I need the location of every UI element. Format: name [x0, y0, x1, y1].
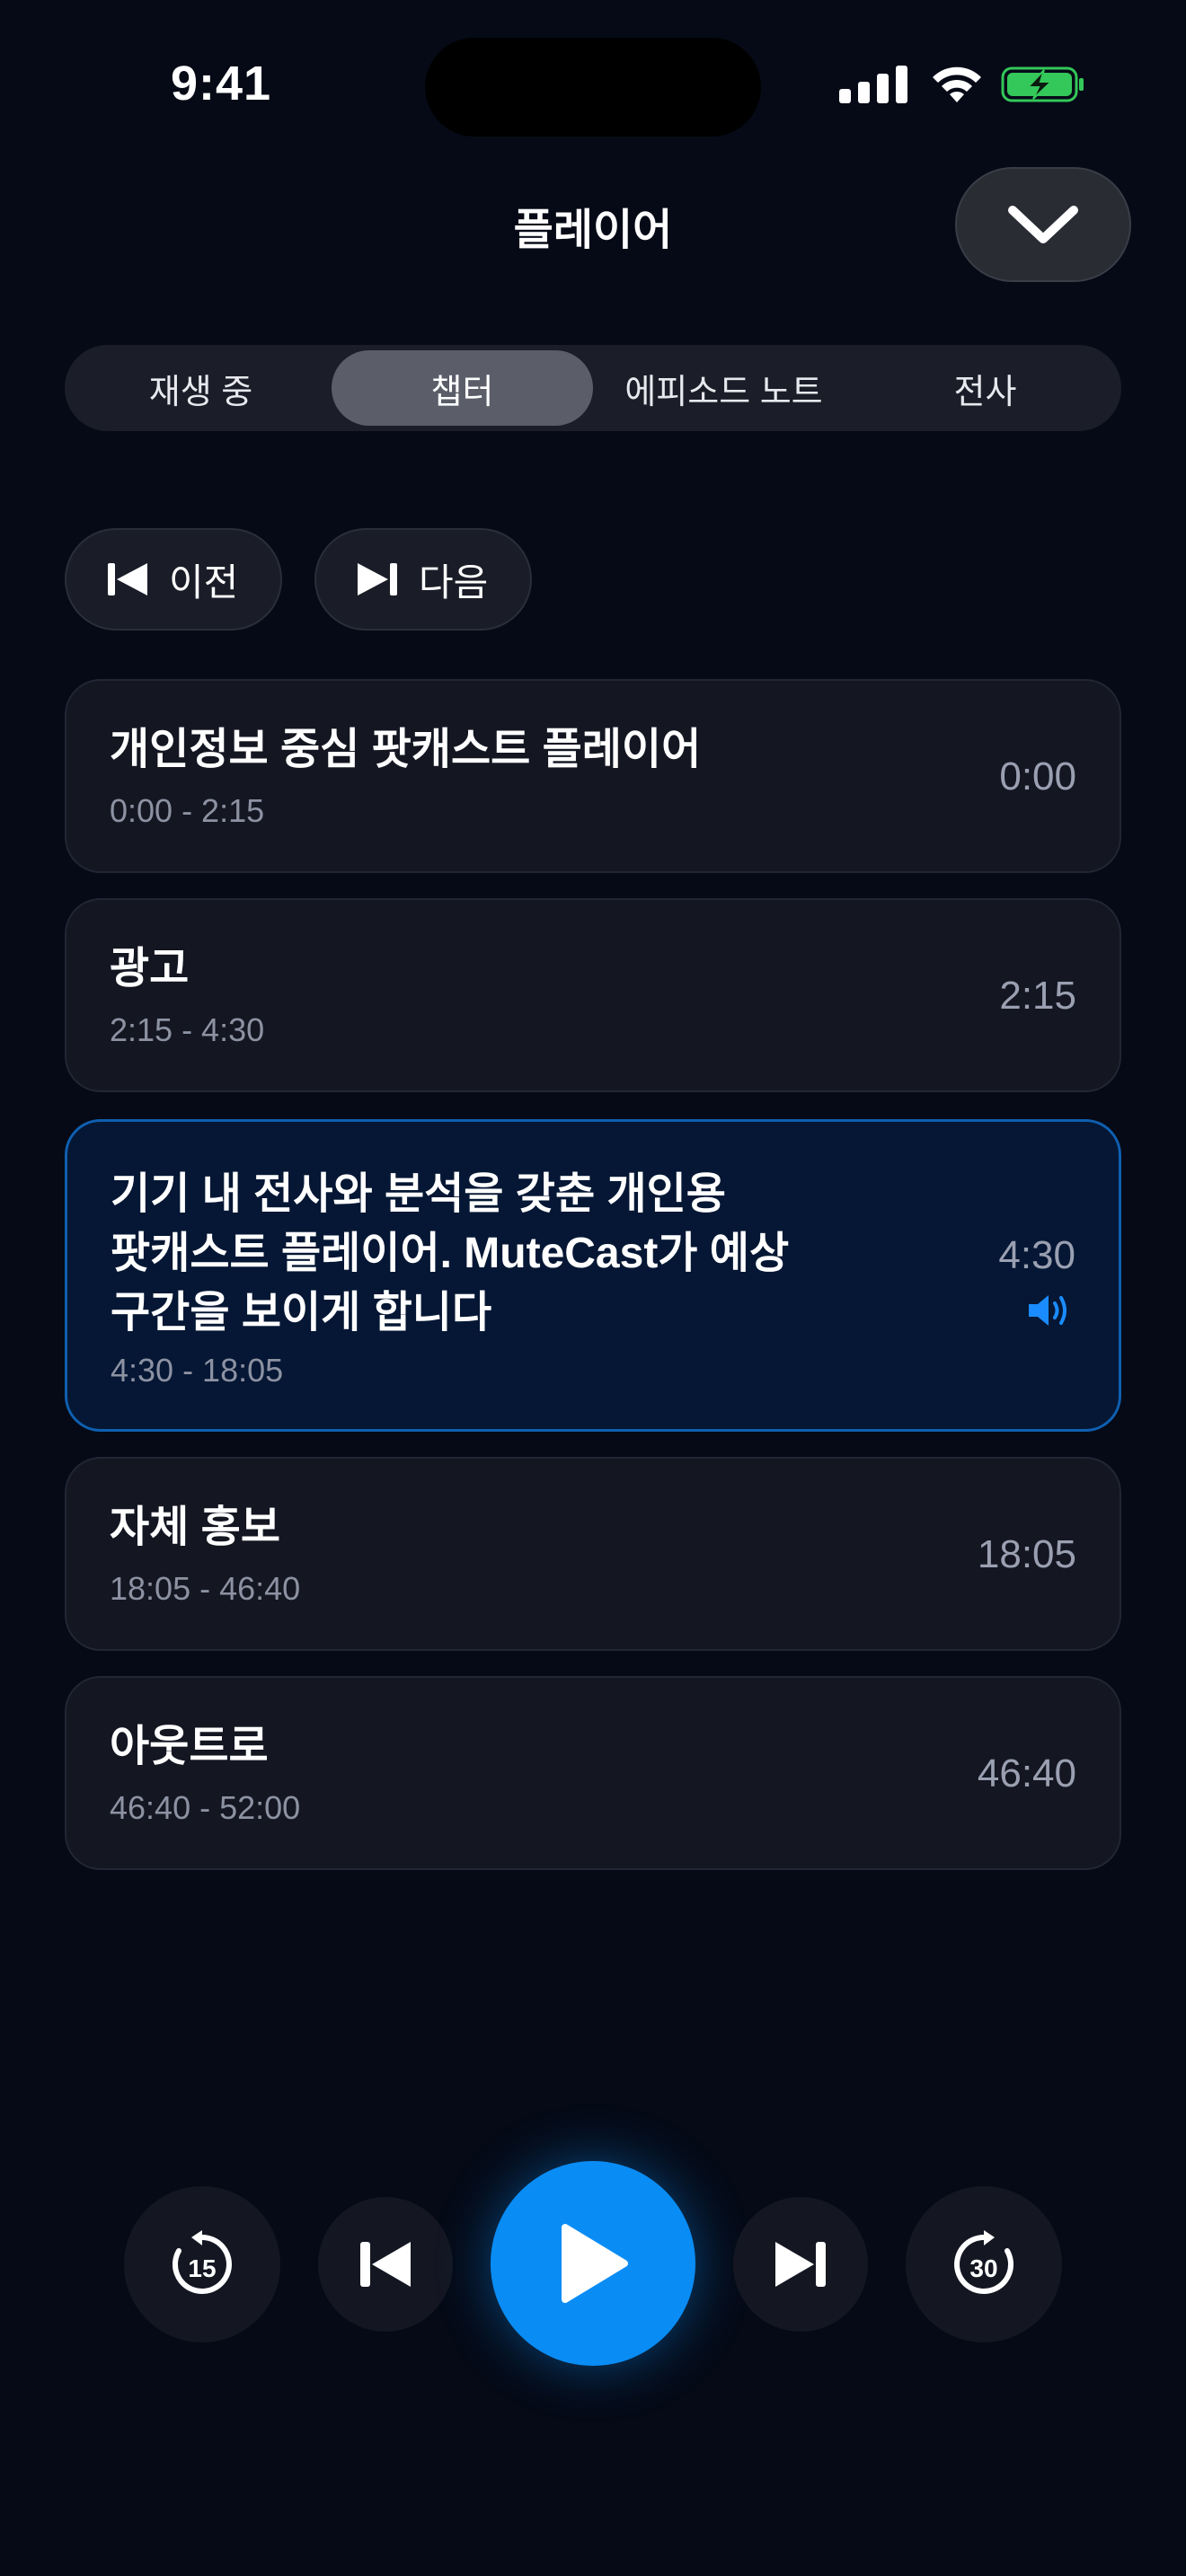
- chapter-title-line: 팟캐스트 플레이어. MuteCast가 예상: [111, 1230, 790, 1277]
- chapter-title-line: 구간을 보이게 합니다: [111, 1289, 492, 1337]
- player-screen: 9:41 플레이어 재생 중 챕터 에피소드 노트 전사 이전 다음 개인정보 …: [0, 0, 1186, 2576]
- chapter-start-time: 0:00: [999, 754, 1076, 798]
- chapter-title: 광고: [110, 945, 190, 992]
- next-chapter-label: 다음: [419, 560, 489, 604]
- skip-back-seconds: 15: [188, 2254, 216, 2282]
- tab-chapters[interactable]: 챕터: [332, 350, 593, 426]
- next-track-button[interactable]: [733, 2197, 868, 2332]
- status-time: 9:41: [171, 57, 272, 110]
- previous-track-button[interactable]: [318, 2197, 453, 2332]
- now-playing-speaker-icon: [1029, 1295, 1067, 1326]
- play-button[interactable]: [491, 2161, 695, 2366]
- chapter-start-time: 2:15: [999, 974, 1076, 1018]
- chapter-range: 0:00 - 2:15: [110, 792, 265, 829]
- chapter-item[interactable]: 아웃트로 46:40 - 52:00 46:40: [65, 1676, 1121, 1870]
- play-icon: [562, 2224, 628, 2303]
- collapse-player-button[interactable]: [955, 167, 1131, 282]
- chapter-item[interactable]: 광고 2:15 - 4:30 2:15: [65, 898, 1121, 1092]
- skip-forward-seconds: 30: [969, 2254, 997, 2282]
- chapter-title: 개인정보 중심 팟캐스트 플레이어: [110, 726, 702, 773]
- chevron-down-icon: [1008, 206, 1078, 243]
- chapter-item[interactable]: 개인정보 중심 팟캐스트 플레이어 0:00 - 2:15 0:00: [65, 679, 1121, 873]
- segmented-tabs: 재생 중 챕터 에피소드 노트 전사: [65, 345, 1121, 431]
- tab-episode-notes[interactable]: 에피소드 노트: [593, 350, 854, 426]
- dynamic-island: [425, 38, 761, 137]
- wifi-icon: [933, 66, 981, 102]
- next-chapter-button[interactable]: 다음: [314, 528, 532, 631]
- rewind-15-icon: 15: [173, 2230, 232, 2294]
- tab-now-playing[interactable]: 재생 중: [70, 350, 332, 426]
- skip-previous-icon: [108, 563, 147, 595]
- chapter-start-time: 46:40: [977, 1751, 1076, 1795]
- skip-next-icon: [775, 2242, 826, 2287]
- chapter-title: 아웃트로: [110, 1723, 269, 1770]
- chapter-start-time: 4:30: [998, 1233, 1075, 1277]
- chapter-title: 자체 홍보: [110, 1504, 280, 1551]
- chapter-title-line: 기기 내 전사와 분석을 갖춘 개인용: [111, 1170, 726, 1218]
- tab-transcript[interactable]: 전사: [854, 350, 1116, 426]
- status-icons: [839, 65, 1085, 104]
- cellular-signal-icon: [839, 66, 907, 103]
- skip-next-icon: [358, 563, 397, 595]
- chapter-range: 18:05 - 46:40: [110, 1570, 301, 1607]
- chapter-item-current[interactable]: 기기 내 전사와 분석을 갖춘 개인용 팟캐스트 플레이어. MuteCast가…: [65, 1119, 1121, 1432]
- chapter-range: 4:30 - 18:05: [111, 1352, 284, 1389]
- previous-chapter-label: 이전: [169, 560, 239, 604]
- skip-back-15-button[interactable]: 15: [124, 2186, 280, 2342]
- chapter-start-time: 18:05: [977, 1532, 1076, 1576]
- skip-previous-icon: [360, 2242, 411, 2287]
- chapter-range: 46:40 - 52:00: [110, 1789, 301, 1826]
- previous-chapter-button[interactable]: 이전: [65, 528, 282, 631]
- battery-charging-icon: [1001, 66, 1084, 102]
- chapter-item[interactable]: 자체 홍보 18:05 - 46:40 18:05: [65, 1457, 1121, 1651]
- chapter-title: 기기 내 전사와 분석을 갖춘 개인용 팟캐스트 플레이어. MuteCast가…: [111, 1165, 789, 1343]
- forward-30-icon: 30: [954, 2230, 1013, 2294]
- skip-forward-30-button[interactable]: 30: [906, 2186, 1062, 2342]
- chapter-range: 2:15 - 4:30: [110, 1011, 265, 1048]
